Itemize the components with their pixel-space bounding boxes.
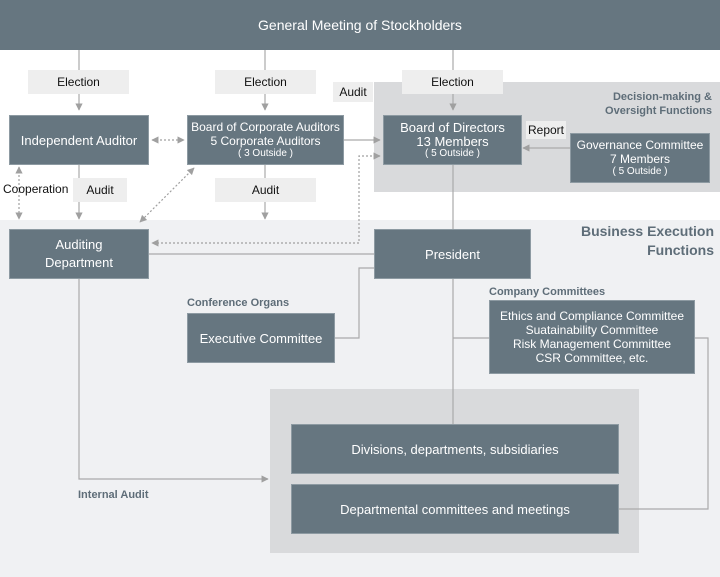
- divisions-box: Divisions, departments, subsidiaries: [291, 424, 619, 474]
- conference-organs-label: Conference Organs: [187, 297, 290, 309]
- divisions-text: Divisions, departments, subsidiaries: [351, 441, 559, 457]
- board-title: Board of Directors: [400, 119, 505, 135]
- committee-csr: CSR Committee, etc.: [535, 351, 649, 365]
- executive-committee-box: Executive Committee: [187, 313, 335, 363]
- decision-section-title: Decision-making & Oversight Functions: [605, 91, 712, 117]
- departmental-text: Departmental committees and meetings: [340, 501, 570, 517]
- audit-label-left: Audit: [73, 178, 127, 202]
- board-of-directors-box: Board of Directors 13 Members ( 5 Outsid…: [383, 115, 522, 165]
- election-label-3: Election: [402, 70, 503, 94]
- governance-members: 7 Members: [609, 152, 671, 166]
- committee-sustainability: Suatainability Committee: [525, 323, 659, 337]
- cooperation-label: Cooperation: [3, 182, 69, 196]
- corporate-auditors-count: 5 Corporate Auditors: [210, 134, 321, 148]
- dotted-corp-auditing: [139, 167, 195, 223]
- company-committees-label: Company Committees: [489, 286, 606, 298]
- election-label-2: Election: [215, 70, 316, 94]
- committee-ethics: Ethics and Compliance Committee: [499, 309, 685, 323]
- departmental-box: Departmental committees and meetings: [291, 484, 619, 534]
- line-exec-president: [335, 267, 374, 339]
- audit-label-mid: Audit: [215, 178, 316, 202]
- independent-auditor-box: Independent Auditor: [9, 115, 149, 165]
- governance-title: Governance Committee: [576, 138, 704, 152]
- president-text: President: [425, 246, 480, 262]
- business-section-title: Business Execution Functions: [580, 223, 714, 258]
- internal-audit-label: Internal Audit: [78, 489, 149, 501]
- general-meeting-header: General Meeting of Stockholders: [0, 0, 720, 50]
- board-outside: ( 5 Outside ): [424, 147, 481, 159]
- election-label-1: Election: [28, 70, 129, 94]
- auditing-line2: Department: [45, 255, 113, 270]
- president-box: President: [374, 229, 531, 279]
- audit-label-top: Audit: [333, 82, 373, 102]
- independent-auditor-text: Independent Auditor: [20, 132, 138, 148]
- general-meeting-title: General Meeting of Stockholders: [258, 17, 462, 33]
- auditing-department-box: Auditing Department: [9, 229, 149, 279]
- board-members: 13 Members: [416, 133, 489, 149]
- corporate-auditors-outside: ( 3 Outside ): [237, 148, 294, 159]
- committee-risk: Risk Management Committee: [512, 337, 672, 351]
- executive-committee-text: Executive Committee: [199, 330, 323, 346]
- report-label: Report: [526, 121, 566, 139]
- line-internal-audit: [78, 279, 269, 483]
- company-committees-box: Ethics and Compliance Committee Suataina…: [489, 300, 695, 374]
- governance-outside: ( 5 Outside ): [612, 166, 668, 177]
- governance-committee-box: Governance Committee 7 Members ( 5 Outsi…: [570, 133, 710, 183]
- corporate-auditors-box: Board of Corporate Auditors 5 Corporate …: [187, 115, 344, 165]
- auditing-line1: Auditing: [55, 237, 103, 252]
- corporate-auditors-title: Board of Corporate Auditors: [191, 120, 340, 134]
